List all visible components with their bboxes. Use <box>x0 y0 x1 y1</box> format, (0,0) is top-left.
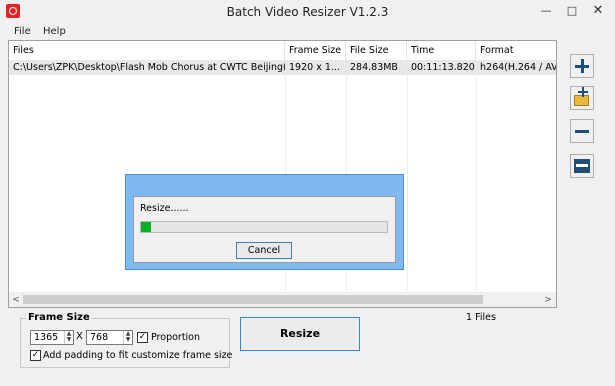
menu-file[interactable]: File <box>14 26 31 37</box>
plus-icon-bar <box>582 87 584 97</box>
gridline <box>407 75 408 291</box>
gridline <box>476 75 477 291</box>
scroll-left-button[interactable]: < <box>9 293 23 307</box>
column-header-files[interactable]: Files <box>9 41 285 60</box>
frame-width-value: 1365 <box>34 332 59 343</box>
menu-bar: File Help <box>0 24 615 40</box>
frame-width-stepper[interactable]: 1365 ▲ ▼ <box>30 330 74 345</box>
column-header-file-size[interactable]: File Size <box>346 41 407 60</box>
progress-fill <box>141 222 151 232</box>
menu-help[interactable]: Help <box>43 26 66 37</box>
add-file-button[interactable] <box>570 54 594 78</box>
cell-file-size: 284.83MB <box>350 62 398 73</box>
clear-list-button[interactable] <box>570 154 594 178</box>
progress-status: Resize...... <box>140 203 189 214</box>
proportion-checkbox[interactable]: ✓ <box>137 332 148 343</box>
cell-frame-size: 1920 x 1... <box>289 62 340 73</box>
spinner-arrows-icon[interactable]: ▲ ▼ <box>123 331 132 344</box>
column-header-format[interactable]: Format <box>476 41 556 60</box>
column-header-time[interactable]: Time <box>407 41 476 60</box>
files-count: 1 Files <box>466 312 496 323</box>
progress-dialog: Resize...... Cancel <box>125 174 404 270</box>
cell-file: C:\Users\ZPK\Desktop\Flash Mob Chorus at… <box>13 62 285 73</box>
cancel-button[interactable]: Cancel <box>236 242 292 259</box>
window-title: Batch Video Resizer V1.2.3 <box>226 5 389 19</box>
table-row[interactable]: C:\Users\ZPK\Desktop\Flash Mob Chorus at… <box>9 60 556 75</box>
close-button[interactable]: ✕ <box>585 2 611 20</box>
remove-file-button[interactable] <box>570 119 594 143</box>
add-folder-button[interactable] <box>570 86 594 110</box>
minimize-button[interactable]: — <box>533 2 559 20</box>
progress-bar <box>140 221 388 233</box>
cell-format: h264(H.264 / AVC <box>480 62 556 73</box>
frame-height-stepper[interactable]: 768 ▲ ▼ <box>86 330 133 345</box>
frame-height-value: 768 <box>90 332 109 343</box>
padding-label[interactable]: Add padding to fit customize frame size <box>43 350 232 361</box>
padding-checkbox[interactable]: ✓ <box>30 350 41 361</box>
progress-dialog-body: Resize...... Cancel <box>133 196 396 263</box>
maximize-button[interactable]: □ <box>559 2 585 20</box>
clear-icon-bar <box>576 164 588 167</box>
proportion-label[interactable]: Proportion <box>151 332 200 343</box>
spinner-arrows-icon[interactable]: ▲ ▼ <box>64 331 73 344</box>
cell-time: 00:11:13.820 <box>411 62 475 73</box>
title-bar: Batch Video Resizer V1.2.3 — □ ✕ <box>0 0 615 24</box>
dimension-separator: X <box>76 331 83 342</box>
table-header: Files Frame Size File Size Time Format <box>9 41 556 60</box>
minus-icon <box>575 130 589 133</box>
frame-size-label: Frame Size <box>26 312 92 323</box>
column-header-frame-size[interactable]: Frame Size <box>285 41 346 60</box>
resize-button[interactable]: Resize <box>240 317 360 351</box>
horizontal-scrollbar[interactable]: < > <box>9 292 556 307</box>
scrollbar-thumb[interactable] <box>23 295 483 304</box>
plus-icon-bar <box>580 59 584 73</box>
scroll-right-button[interactable]: > <box>541 293 555 307</box>
app-window: Batch Video Resizer V1.2.3 — □ ✕ File He… <box>0 0 615 386</box>
